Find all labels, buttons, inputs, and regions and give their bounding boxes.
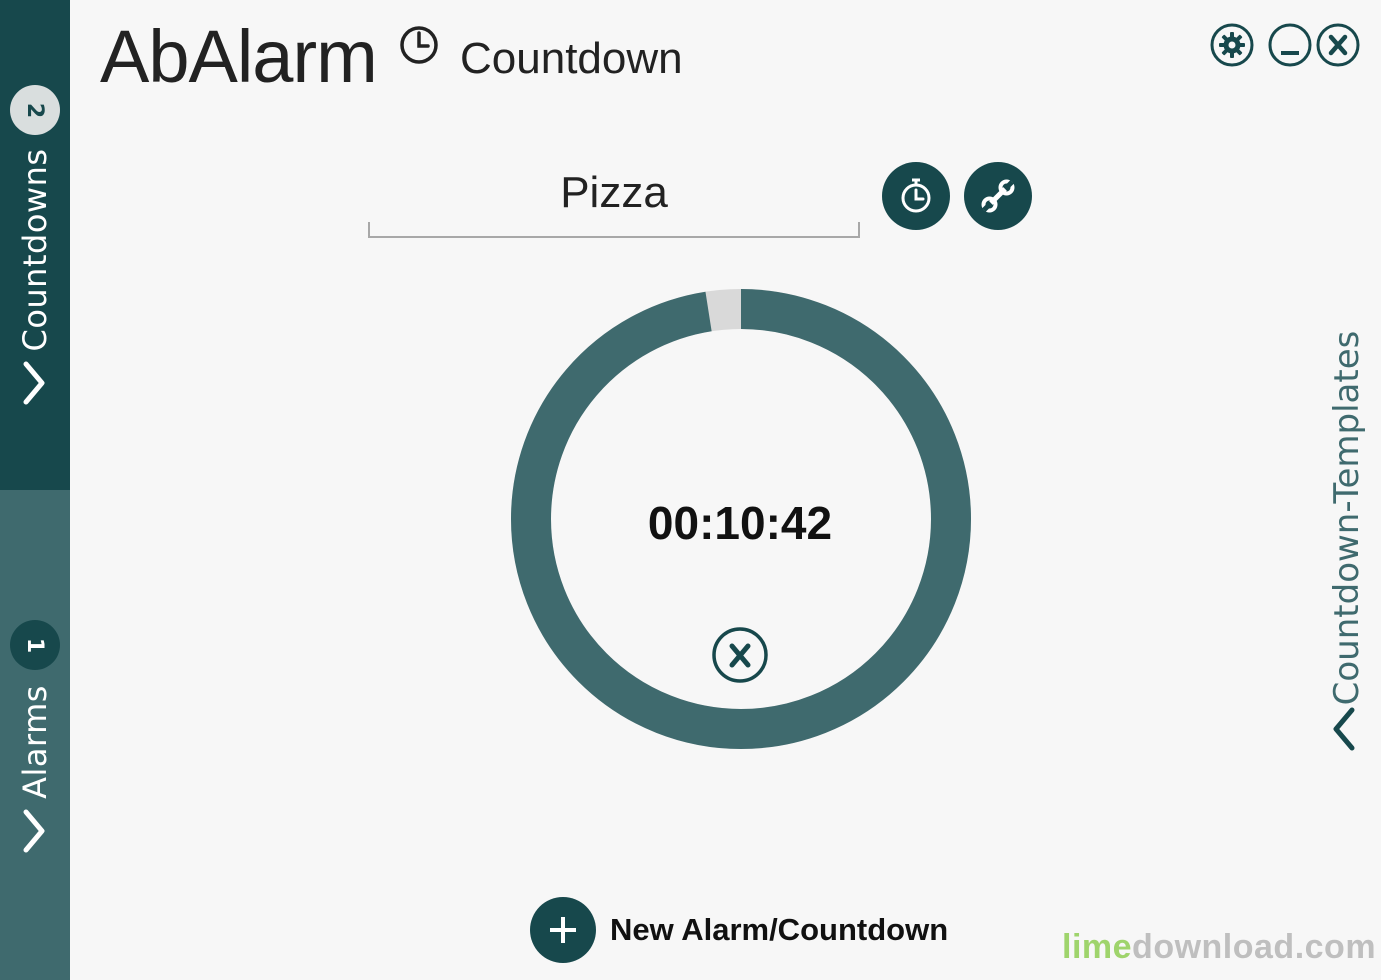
sidebar-alarms-tab[interactable]: 1 Alarms (0, 490, 70, 980)
new-alarm-countdown-label: New Alarm/Countdown (610, 912, 949, 947)
countdowns-tab-label: Countdowns (16, 148, 54, 352)
stopwatch-icon (901, 178, 931, 213)
close-icon (1328, 34, 1348, 56)
chevron-right-icon (23, 361, 45, 405)
close-button[interactable] (1315, 22, 1361, 68)
plus-icon (530, 897, 596, 963)
tools-button[interactable] (964, 162, 1032, 230)
countdown-name-field (368, 160, 860, 238)
app-title: AbAlarm (100, 15, 378, 98)
watermark: limedownload.com (1062, 928, 1376, 967)
app-subtitle: Countdown (460, 34, 683, 83)
minimize-button[interactable] (1267, 22, 1313, 68)
countdown-templates-tab[interactable]: Countdown-Templates (1310, 330, 1380, 760)
close-icon (729, 643, 751, 668)
chevron-right-icon (23, 809, 45, 853)
countdowns-count-badge: 2 (10, 85, 60, 135)
sidebar: 2 Countdowns 1 Alarms (0, 0, 70, 980)
alarms-tab-label: Alarms (16, 685, 54, 799)
watermark-part-2: download.com (1132, 928, 1377, 966)
gear-icon (1219, 32, 1245, 58)
new-alarm-countdown-button[interactable]: New Alarm/Countdown (530, 896, 948, 964)
alarms-count-badge: 1 (10, 620, 60, 670)
wrench-icon (981, 179, 1015, 213)
countdown-name-input[interactable] (368, 160, 860, 226)
cancel-countdown-button[interactable] (711, 626, 769, 684)
clock-icon (400, 26, 438, 64)
sidebar-countdowns-tab[interactable]: 2 Countdowns (0, 0, 70, 490)
chevron-left-icon (1333, 707, 1355, 751)
timer-button[interactable] (882, 162, 950, 230)
countdown-time: 00:10:42 (647, 497, 833, 549)
watermark-part-1: lime (1062, 928, 1133, 966)
templates-tab-label: Countdown-Templates (1327, 330, 1367, 706)
settings-button[interactable] (1209, 22, 1255, 68)
